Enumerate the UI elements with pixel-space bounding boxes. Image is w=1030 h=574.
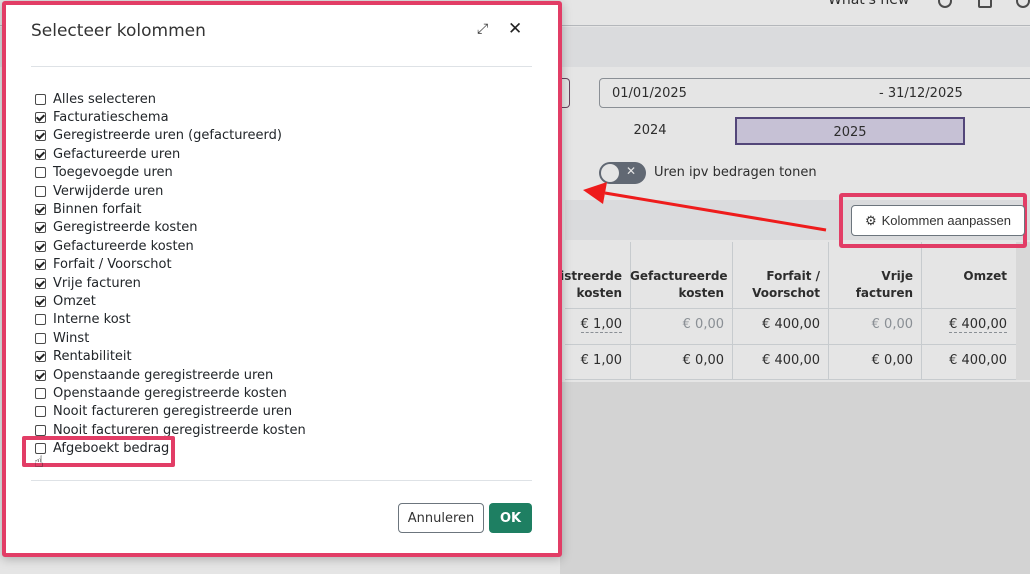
column-option[interactable]: Rentabiliteit (35, 347, 525, 365)
dialog-divider (31, 480, 532, 481)
column-label: Facturatieschema (53, 110, 169, 126)
pointer-hand-icon: ☝ (34, 452, 44, 471)
dialog-title: Selecteer kolommen (31, 21, 206, 41)
column-label: Gefactureerde uren (53, 146, 181, 162)
column-option[interactable]: Gefactureerde uren (35, 145, 525, 163)
column-label: Rentabiliteit (53, 349, 132, 365)
backdrop-shade (560, 382, 1030, 574)
column-option[interactable]: Openstaande geregistreerde kosten (35, 384, 525, 402)
column-checkbox[interactable] (35, 93, 46, 105)
column-label: Vrije facturen (53, 275, 141, 291)
ok-button[interactable]: OK (489, 503, 532, 533)
gear-icon: ⚙ (864, 212, 877, 228)
column-checkbox[interactable] (35, 277, 46, 289)
column-label: Binnen forfait (53, 202, 142, 218)
column-checkbox[interactable] (35, 148, 46, 160)
column-checkbox-list: Alles selecteren Facturatieschema Geregist… (35, 90, 525, 458)
close-icon[interactable]: ✕ (508, 19, 522, 39)
column-label: Geregistreerde kosten (53, 220, 198, 236)
column-label: Winst (53, 330, 90, 346)
column-label: Forfait / Voorschot (53, 257, 172, 273)
column-option[interactable]: Geregistreerde kosten (35, 219, 525, 237)
column-label: Verwijderde uren (53, 183, 164, 199)
column-option[interactable]: Facturatieschema (35, 108, 525, 126)
column-checkbox[interactable] (35, 387, 46, 399)
column-label: Alles selecteren (53, 91, 156, 107)
column-label: Interne kost (53, 312, 131, 328)
column-checkbox[interactable] (35, 369, 46, 381)
column-checkbox[interactable] (35, 424, 46, 436)
column-checkbox[interactable] (35, 204, 46, 216)
expand-icon[interactable]: ⤢ (477, 21, 488, 37)
adjust-columns-label: Kolommen aanpassen (881, 213, 1011, 228)
column-checkbox[interactable] (35, 112, 46, 124)
column-option[interactable]: Interne kost (35, 311, 525, 329)
column-checkbox[interactable] (35, 130, 46, 142)
column-label: Toegevoegde uren (53, 165, 173, 181)
column-checkbox[interactable] (35, 314, 46, 326)
adjust-columns-button[interactable]: ⚙ Kolommen aanpassen (851, 205, 1025, 236)
column-option[interactable]: Vrije facturen (35, 274, 525, 292)
dialog-divider (31, 66, 532, 67)
column-checkbox[interactable] (35, 222, 46, 234)
column-checkbox[interactable] (35, 351, 46, 363)
column-checkbox[interactable] (35, 185, 46, 197)
column-label: Omzet (53, 293, 96, 309)
column-option[interactable]: Gefactureerde kosten (35, 237, 525, 255)
column-label: Geregistreerde uren (gefactureerd) (53, 128, 282, 144)
column-label: Openstaande geregistreerde kosten (53, 385, 287, 401)
column-checkbox[interactable] (35, 406, 46, 418)
column-checkbox[interactable] (35, 332, 46, 344)
column-label: Openstaande geregistreerde uren (53, 367, 274, 383)
column-option[interactable]: Omzet (35, 292, 525, 310)
column-checkbox[interactable] (35, 167, 46, 179)
column-option[interactable]: Winst (35, 329, 525, 347)
column-option[interactable]: Forfait / Voorschot (35, 256, 525, 274)
column-option[interactable]: Alles selecteren (35, 90, 525, 108)
column-option[interactable]: Geregistreerde uren (gefactureerd) (35, 127, 525, 145)
column-option[interactable]: Openstaande geregistreerde uren (35, 366, 525, 384)
column-checkbox[interactable] (35, 259, 46, 271)
column-checkbox[interactable] (35, 240, 46, 252)
column-option[interactable]: Verwijderde uren (35, 182, 525, 200)
column-label: Nooit factureren geregistreerde uren (53, 404, 293, 420)
cancel-button[interactable]: Annuleren (398, 503, 484, 533)
column-option[interactable]: Toegevoegde uren (35, 164, 525, 182)
column-label: Gefactureerde kosten (53, 238, 194, 254)
column-option[interactable]: Binnen forfait (35, 200, 525, 218)
afgeboekt-highlight (22, 436, 175, 467)
column-option[interactable]: Nooit factureren geregistreerde uren (35, 403, 525, 421)
column-checkbox[interactable] (35, 295, 46, 307)
